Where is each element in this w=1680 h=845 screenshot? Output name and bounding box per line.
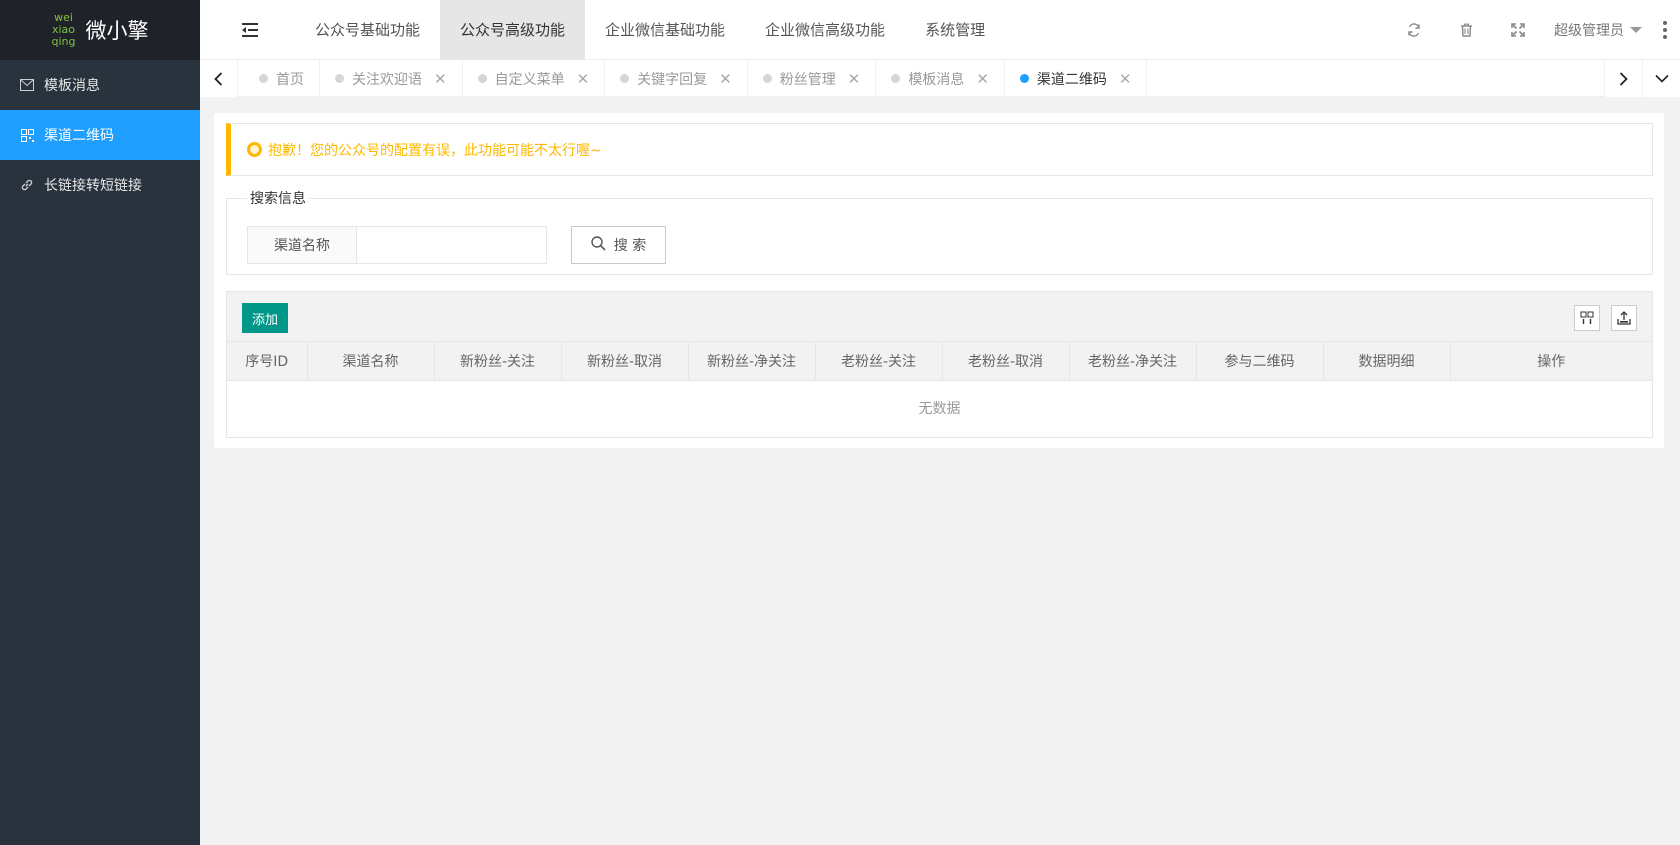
alert-text: 抱歉！您的公众号的配置有误，此功能可能不太行喔~ [268,142,602,159]
page-tab-welcome[interactable]: 关注欢迎语 ✕ [320,60,463,97]
close-icon[interactable]: ✕ [434,70,447,88]
page-tabs: 首页 关注欢迎语 ✕ 自定义菜单 ✕ 关键字回复 ✕ 粉丝管理 ✕ 模板消息 ✕ [244,60,1148,97]
logo-mark-line: qing [51,35,76,48]
page-tab-custom-menu[interactable]: 自定义菜单 ✕ [463,60,606,97]
column-header: 新粉丝-净关注 [688,342,816,381]
mail-icon [20,78,34,92]
tab-dot [1019,74,1029,83]
tab-label: 自定义菜单 [494,71,565,88]
sidebar-item-short-link[interactable]: 长链接转短链接 [0,160,200,210]
column-header: 新粉丝-取消 [561,342,689,381]
top-nav-wework-basic[interactable]: 企业微信基础功能 [585,0,745,60]
top-nav: 公众号基础功能 公众号高级功能 企业微信基础功能 企业微信高级功能 系统管理 [295,0,1005,60]
add-button[interactable]: 添加 [242,303,289,333]
header-actions: 超级管理员 [1388,0,1680,60]
search-row: 渠道名称 搜 索 [247,226,666,264]
menu-toggle-icon[interactable] [242,23,258,37]
column-header: 老粉丝-关注 [815,342,943,381]
search-legend: 搜索信息 [250,191,306,207]
columns-filter-icon[interactable] [1574,305,1600,331]
column-header: 操作 [1450,342,1652,381]
tab-dot [477,74,487,83]
top-nav-system[interactable]: 系统管理 [905,0,1005,60]
search-icon [591,235,606,255]
close-icon[interactable]: ✕ [1119,70,1132,88]
data-table: 序号ID 渠道名称 新粉丝-关注 新粉丝-取消 新粉丝-净关注 老粉丝-关注 老… [227,342,1652,381]
content-card: 抱歉！您的公众号的配置有误，此功能可能不太行喔~ 搜索信息 渠道名称 搜 索 添… [214,113,1664,448]
top-header: 公众号基础功能 公众号高级功能 企业微信基础功能 企业微信高级功能 系统管理 超… [200,0,1680,60]
link-icon [20,178,34,192]
tab-dot [762,74,772,83]
tab-label: 粉丝管理 [779,71,836,88]
top-nav-mp-basic[interactable]: 公众号基础功能 [295,0,440,60]
column-header: 新粉丝-关注 [434,342,562,381]
search-button-label: 搜 索 [613,238,647,254]
logo: wei xiao qing 微小擎 [0,0,200,60]
page-tab-home[interactable]: 首页 [244,60,320,97]
close-icon[interactable]: ✕ [719,70,732,88]
column-header: 数据明细 [1323,342,1451,381]
refresh-icon[interactable] [1388,0,1440,60]
logo-text: 微小擎 [85,19,149,43]
sidebar-item-channel-qrcode[interactable]: 渠道二维码 [0,110,200,160]
chevron-right-icon[interactable] [1604,60,1642,97]
sidebar: wei xiao qing 微小擎 模板消息 渠道二维码 长链接转短链接 [0,0,200,845]
config-warning-alert: 抱歉！您的公众号的配置有误，此功能可能不太行喔~ [226,123,1653,176]
tab-label: 渠道二维码 [1036,71,1107,88]
chevron-left-icon[interactable] [200,60,238,97]
empty-state: 无数据 [918,400,961,417]
table-toolbar: 添加 [227,292,1652,342]
top-nav-wework-advanced[interactable]: 企业微信高级功能 [745,0,905,60]
column-header: 老粉丝-取消 [942,342,1070,381]
column-header: 老粉丝-净关注 [1069,342,1197,381]
sidebar-item-label: 长链接转短链接 [44,178,142,194]
tab-dot [259,74,268,83]
channel-name-input[interactable] [357,226,547,264]
page-tab-template-message[interactable]: 模板消息 ✕ [876,60,1005,97]
channel-name-label: 渠道名称 [247,226,357,264]
tab-label: 模板消息 [908,71,965,88]
column-header: 渠道名称 [307,342,435,381]
user-name: 超级管理员 [1554,23,1624,39]
export-icon[interactable] [1611,305,1637,331]
tab-label: 首页 [276,71,304,88]
channel-table: 添加 序号ID 渠道名称 新粉丝-关注 新粉丝-取消 新粉丝-净关注 老粉丝-关… [226,291,1653,438]
trash-icon[interactable] [1440,0,1492,60]
tab-label: 关键字回复 [637,71,708,88]
column-header: 参与二维码 [1196,342,1324,381]
sidebar-item-label: 模板消息 [44,78,100,94]
tab-dot [620,74,630,83]
logo-mark: wei xiao qing [52,12,76,48]
column-header: 序号ID [227,342,308,381]
fullscreen-icon[interactable] [1492,0,1544,60]
sidebar-item-label: 渠道二维码 [44,128,114,144]
tab-dot [891,74,901,83]
page-tab-keyword-reply[interactable]: 关键字回复 ✕ [605,60,748,97]
tab-label: 关注欢迎语 [352,71,422,88]
qrcode-icon [20,128,34,142]
top-nav-mp-advanced[interactable]: 公众号高级功能 [440,0,586,60]
table-header-row: 序号ID 渠道名称 新粉丝-关注 新粉丝-取消 新粉丝-净关注 老粉丝-关注 老… [227,342,1652,381]
page-tabs-bar: 首页 关注欢迎语 ✕ 自定义菜单 ✕ 关键字回复 ✕ 粉丝管理 ✕ 模板消息 ✕ [200,60,1680,97]
search-button[interactable]: 搜 索 [571,226,666,264]
page-tab-channel-qrcode[interactable]: 渠道二维码 ✕ [1005,60,1148,97]
search-panel: 搜索信息 渠道名称 搜 索 [226,188,1653,275]
close-icon[interactable]: ✕ [577,70,590,88]
user-menu[interactable]: 超级管理员 [1544,20,1650,40]
chevron-down-icon[interactable] [1642,60,1680,97]
tab-dot [335,74,344,83]
sidebar-item-template-message[interactable]: 模板消息 [0,60,200,110]
caret-down-icon [1630,27,1642,33]
close-icon[interactable]: ✕ [976,70,989,88]
page-tab-fans[interactable]: 粉丝管理 ✕ [748,60,877,97]
close-icon[interactable]: ✕ [848,70,861,88]
sad-face-icon [247,142,262,157]
more-vertical-icon[interactable] [1650,0,1680,60]
